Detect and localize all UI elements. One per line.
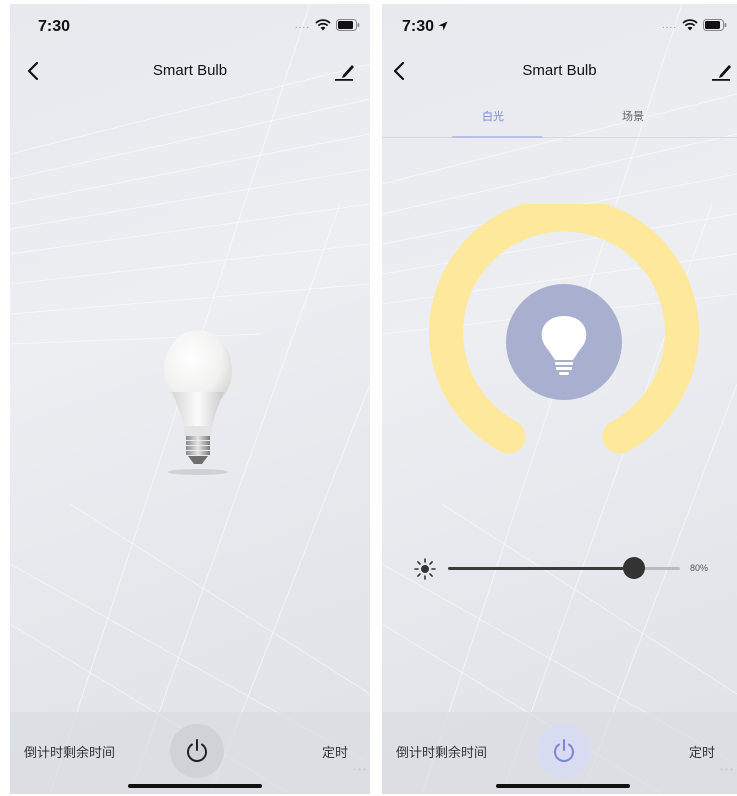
power-button[interactable] — [537, 724, 591, 778]
edit-button[interactable] — [709, 58, 735, 84]
tab-active-indicator — [452, 136, 542, 138]
tab-scene[interactable]: 场景 — [622, 108, 644, 124]
countdown-label: 倒计时剩余时间 — [396, 745, 488, 760]
status-bar: 7:30 .... — [10, 4, 370, 48]
timer-button[interactable]: 定时 — [322, 742, 348, 761]
home-indicator — [128, 784, 262, 788]
battery-icon — [703, 19, 727, 31]
home-indicator — [496, 784, 630, 788]
countdown-label: 倒计时剩余时间 — [24, 745, 116, 760]
brightness-control: 80% — [414, 554, 724, 584]
status-icons: .... — [295, 19, 360, 31]
page-dots: • • • — [353, 765, 366, 774]
status-bar: 7:30 .... — [382, 4, 737, 48]
edit-pencil-icon — [712, 65, 731, 81]
brightness-slider[interactable] — [448, 557, 680, 579]
signal-dots: .... — [661, 19, 677, 31]
nav-bar: Smart Bulb — [10, 56, 370, 90]
timer-button[interactable]: 定时 — [689, 742, 715, 761]
bottom-bar: 倒计时剩余时间 定时 • • • — [382, 712, 737, 794]
location-arrow-icon — [438, 21, 448, 31]
power-icon — [554, 739, 574, 762]
page-title: Smart Bulb — [522, 62, 597, 79]
color-temperature-dial[interactable] — [426, 204, 702, 480]
power-icon — [187, 739, 207, 762]
battery-icon — [336, 19, 360, 31]
phone-screen-on: 7:30 .... Smart Bulb 白光 场景 80% 倒计时剩余时间 定… — [382, 4, 737, 794]
status-icons: .... — [662, 19, 727, 31]
signal-dots: .... — [294, 19, 310, 31]
status-time: 7:30 — [402, 18, 448, 36]
nav-bar: Smart Bulb — [382, 56, 737, 90]
phone-screen-off: 7:30 .... Smart Bulb 倒计时剩余时间 定时 • • • — [10, 4, 370, 794]
page-title: Smart Bulb — [152, 62, 228, 79]
brightness-sun-icon — [414, 558, 436, 580]
tab-white-light[interactable]: 白光 — [482, 108, 504, 124]
brightness-slider-fill — [448, 567, 634, 570]
bottom-bar: 倒计时剩余时间 定时 • • • — [10, 712, 370, 794]
status-time: 7:30 — [38, 18, 71, 35]
page-dots: • • • — [720, 765, 733, 774]
edit-pencil-icon — [335, 65, 354, 81]
mode-tabs: 白光 场景 — [382, 100, 737, 138]
wifi-icon — [315, 19, 331, 31]
bulb-toggle-button[interactable] — [506, 284, 622, 400]
status-time-text: 7:30 — [402, 18, 435, 35]
brightness-slider-thumb[interactable] — [622, 557, 645, 579]
edit-button[interactable] — [332, 58, 358, 84]
bulb-illustration — [164, 330, 232, 475]
brightness-value: 80% — [690, 563, 709, 573]
wifi-icon — [682, 19, 698, 31]
power-button[interactable] — [170, 724, 224, 778]
